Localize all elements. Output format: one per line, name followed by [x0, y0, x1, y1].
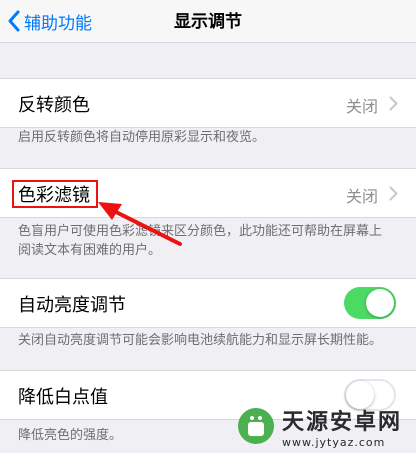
invert-colors-label: 反转颜色 [18, 95, 90, 116]
auto-brightness-footer: 关闭自动亮度调节可能会影响电池续航能力和显示屏长期性能。 [18, 333, 383, 348]
invert-colors-row[interactable]: 反转颜色 关闭 [0, 78, 416, 128]
invert-colors-value: 关闭 [345, 97, 378, 116]
auto-brightness-label: 自动亮度调节 [18, 295, 126, 316]
toggle-knob [366, 289, 394, 317]
color-filters-value: 关闭 [345, 187, 378, 206]
chevron-right-icon [389, 96, 398, 111]
color-filters-footer-line-1: 色盲用户可使用色彩滤镜来区分颜色，此功能还可帮助在屏幕上 [18, 224, 383, 239]
watermark-logo-icon [238, 408, 274, 444]
navigation-bar: 辅助功能 显示调节 [0, 0, 416, 43]
watermark-url: www.jytyaz.com [282, 435, 386, 449]
watermark-text: 天源安卓网 www.jytyaz.com [282, 404, 402, 449]
color-filters-footer-line-2: 阅读文本有困难的用户。 [18, 243, 162, 258]
watermark-name: 天源安卓网 [282, 409, 403, 435]
watermark: 天源安卓网 www.jytyaz.com [236, 402, 402, 450]
auto-brightness-row: 自动亮度调节 [0, 278, 416, 328]
chevron-right-icon [389, 186, 398, 201]
invert-colors-footer: 启用反转颜色将自动停用原彩显示和夜览。 [18, 130, 266, 145]
annotation-highlight-box [12, 180, 98, 208]
reduce-white-point-label: 降低白点值 [18, 387, 108, 408]
annotation-arrow-icon [98, 202, 182, 246]
page-title: 显示调节 [174, 12, 242, 32]
auto-brightness-toggle[interactable] [344, 287, 396, 319]
